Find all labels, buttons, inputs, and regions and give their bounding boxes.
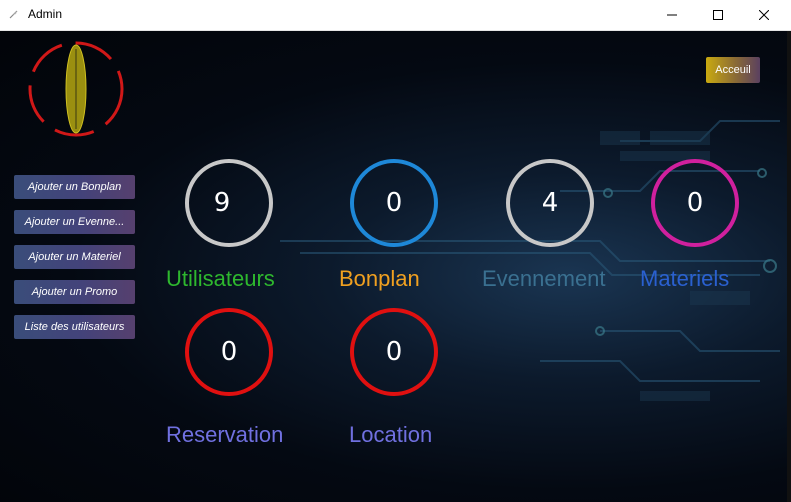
close-icon	[759, 10, 769, 20]
bonplan-count: 0	[385, 188, 403, 218]
admin-window: Admin Acceuil Ajouter un Bonplan Ajouter…	[0, 0, 791, 502]
users-list-button[interactable]: Liste des utilisateurs	[14, 315, 135, 339]
events-label: Evennement	[482, 266, 606, 291]
bonplan-label: Bonplan	[339, 266, 420, 291]
logo-icon	[28, 41, 124, 137]
window-title: Admin	[28, 7, 63, 21]
add-event-button[interactable]: Ajouter un Evenne...	[14, 210, 135, 234]
dashboard-content: Acceuil Ajouter un Bonplan Ajouter un Ev…	[0, 31, 791, 502]
maximize-icon	[713, 10, 723, 20]
window-right-edge	[787, 31, 791, 502]
add-promo-button[interactable]: Ajouter un Promo	[14, 280, 135, 304]
home-button[interactable]: Acceuil	[706, 57, 760, 83]
maximize-button[interactable]	[695, 0, 741, 30]
users-count: 9	[213, 188, 231, 218]
materiels-label: Materiels	[640, 266, 730, 291]
title-bar: Admin	[0, 0, 791, 31]
minimize-button[interactable]	[649, 0, 695, 30]
close-button[interactable]	[741, 0, 787, 30]
add-bonplan-button[interactable]: Ajouter un Bonplan	[14, 175, 135, 199]
reservation-count: 0	[220, 337, 238, 367]
reservation-label: Reservation	[166, 422, 284, 447]
materiels-count: 0	[686, 188, 704, 218]
events-count: 4	[541, 188, 559, 218]
users-label: Utilisateurs	[166, 266, 275, 291]
location-count: 0	[385, 337, 403, 367]
location-label: Location	[349, 422, 433, 447]
feather-icon	[9, 10, 18, 19]
minimize-icon	[667, 14, 677, 16]
add-materiel-button[interactable]: Ajouter un Materiel	[14, 245, 135, 269]
